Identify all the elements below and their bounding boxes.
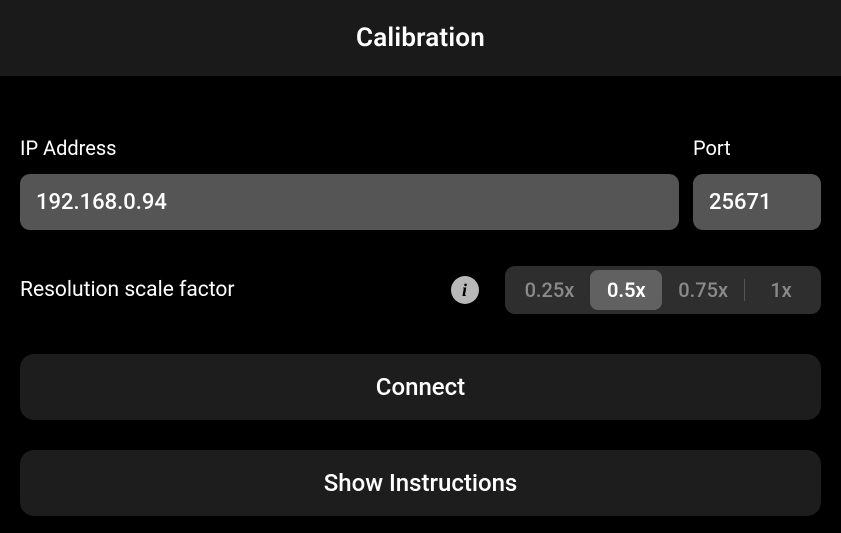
ip-label: IP Address <box>20 136 679 160</box>
port-label: Port <box>693 136 821 160</box>
scale-option-0-75x[interactable]: 0.75x <box>662 270 744 310</box>
content-area: IP Address Port Resolution scale factor … <box>0 76 841 516</box>
connection-fields: IP Address Port <box>20 136 821 230</box>
resolution-scale-segmented: 0.25x 0.5x 0.75x 1x <box>505 266 821 314</box>
ip-input[interactable] <box>20 174 679 230</box>
port-input[interactable] <box>693 174 821 230</box>
resolution-scale-row: Resolution scale factor i 0.25x 0.5x 0.7… <box>20 266 821 314</box>
scale-option-1x[interactable]: 1x <box>745 270 817 310</box>
scale-option-0-25x[interactable]: 0.25x <box>509 270 591 310</box>
page-title: Calibration <box>356 23 485 53</box>
scale-option-0-5x[interactable]: 0.5x <box>590 270 662 310</box>
info-icon[interactable]: i <box>451 276 479 304</box>
show-instructions-button[interactable]: Show Instructions <box>20 450 821 516</box>
port-field-group: Port <box>693 136 821 230</box>
resolution-scale-label: Resolution scale factor <box>20 278 435 302</box>
ip-field-group: IP Address <box>20 136 679 230</box>
header-bar: Calibration <box>0 0 841 76</box>
connect-button[interactable]: Connect <box>20 354 821 420</box>
